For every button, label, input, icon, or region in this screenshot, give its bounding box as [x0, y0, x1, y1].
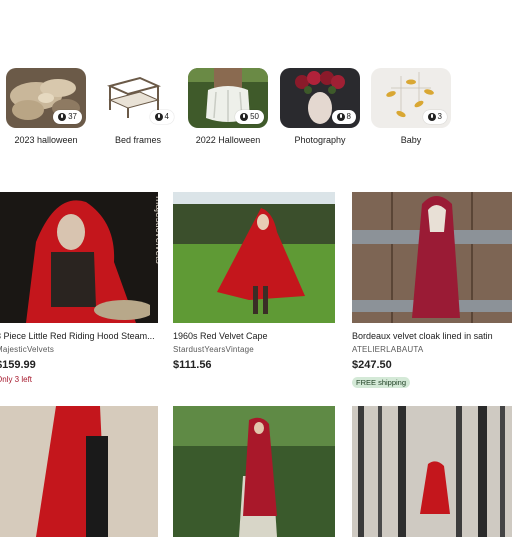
listing-card[interactable]: Bordeaux velvet cloak lined in satin ATE… [352, 192, 512, 390]
listing-card[interactable] [0, 406, 158, 537]
collection-card-photography[interactable]: 8 Photography [280, 68, 360, 145]
listing-image[interactable] [173, 192, 335, 323]
shop-name[interactable]: ATELIERLABAUTA [352, 345, 512, 355]
stock-notice: Only 3 left [0, 375, 33, 384]
collection-count: 3 [437, 112, 442, 121]
collection-thumbnail[interactable]: 3 [371, 68, 451, 128]
heart-icon [58, 113, 67, 121]
collection-thumbnail[interactable]: 50 [188, 68, 268, 128]
red-velvet-cape-field-image [173, 192, 335, 323]
listing-price: $111.56 [173, 359, 212, 371]
red-cloak-forest-image [173, 406, 335, 537]
collection-thumbnail[interactable]: 8 [280, 68, 360, 128]
watermark-text: majesticvelvets [153, 196, 158, 264]
listing-price: $159.99 [0, 359, 36, 371]
collection-count-badge: 37 [53, 110, 82, 124]
listing-title[interactable]: 3 Piece Little Red Riding Hood Steam... [0, 331, 158, 342]
listing-card[interactable] [173, 406, 335, 537]
collection-count: 4 [164, 112, 169, 121]
heart-icon [427, 113, 436, 121]
listing-title[interactable]: 1960s Red Velvet Cape [173, 331, 335, 342]
listing-image[interactable] [352, 192, 512, 323]
collection-count: 8 [346, 112, 351, 121]
listing-image[interactable] [173, 406, 335, 537]
red-hood-birch-forest-image [352, 406, 512, 537]
shop-name[interactable]: MajesticVelvets [0, 345, 158, 355]
collection-card-2022-halloween[interactable]: 50 2022 Halloween [188, 68, 268, 145]
collection-card-baby[interactable]: 3 Baby [371, 68, 451, 145]
listing-image[interactable] [0, 406, 158, 537]
collection-card-bed-frames[interactable]: 4 Bed frames [98, 68, 178, 145]
collection-label[interactable]: Baby [351, 135, 471, 145]
listing-image[interactable] [352, 406, 512, 537]
collection-count-badge: 8 [331, 110, 356, 124]
heart-icon [336, 113, 345, 121]
collection-count: 50 [250, 112, 259, 121]
listing-image[interactable]: majesticvelvets [0, 192, 158, 323]
collection-thumbnail[interactable]: 37 [6, 68, 86, 128]
red-hood-steampunk-image: majesticvelvets [0, 192, 158, 323]
shop-name[interactable]: StardustYearsVintage [173, 345, 335, 355]
heart-icon [240, 113, 249, 121]
collections-row: 37 2023 halloween 4 Bed frames 50 2022 H… [0, 68, 512, 158]
collection-count-badge: 50 [235, 110, 264, 124]
collection-thumbnail[interactable]: 4 [98, 68, 178, 128]
collection-count-badge: 3 [422, 110, 447, 124]
free-shipping-badge: FREE shipping [352, 377, 411, 388]
listing-title[interactable]: Bordeaux velvet cloak lined in satin [352, 331, 512, 342]
heart-icon [154, 113, 163, 121]
listing-card[interactable]: majesticvelvets 3 Piece Little Red Ridin… [0, 192, 158, 385]
listing-card[interactable] [352, 406, 512, 537]
bordeaux-cloak-door-image [352, 192, 512, 323]
red-cape-studio-image [0, 406, 158, 537]
collection-count: 37 [68, 112, 77, 121]
collection-card-2023-halloween[interactable]: 37 2023 halloween [6, 68, 86, 145]
listing-price: $247.50 [352, 359, 392, 371]
collection-count-badge: 4 [149, 110, 174, 124]
listing-card[interactable]: 1960s Red Velvet Cape StardustYearsVinta… [173, 192, 335, 372]
